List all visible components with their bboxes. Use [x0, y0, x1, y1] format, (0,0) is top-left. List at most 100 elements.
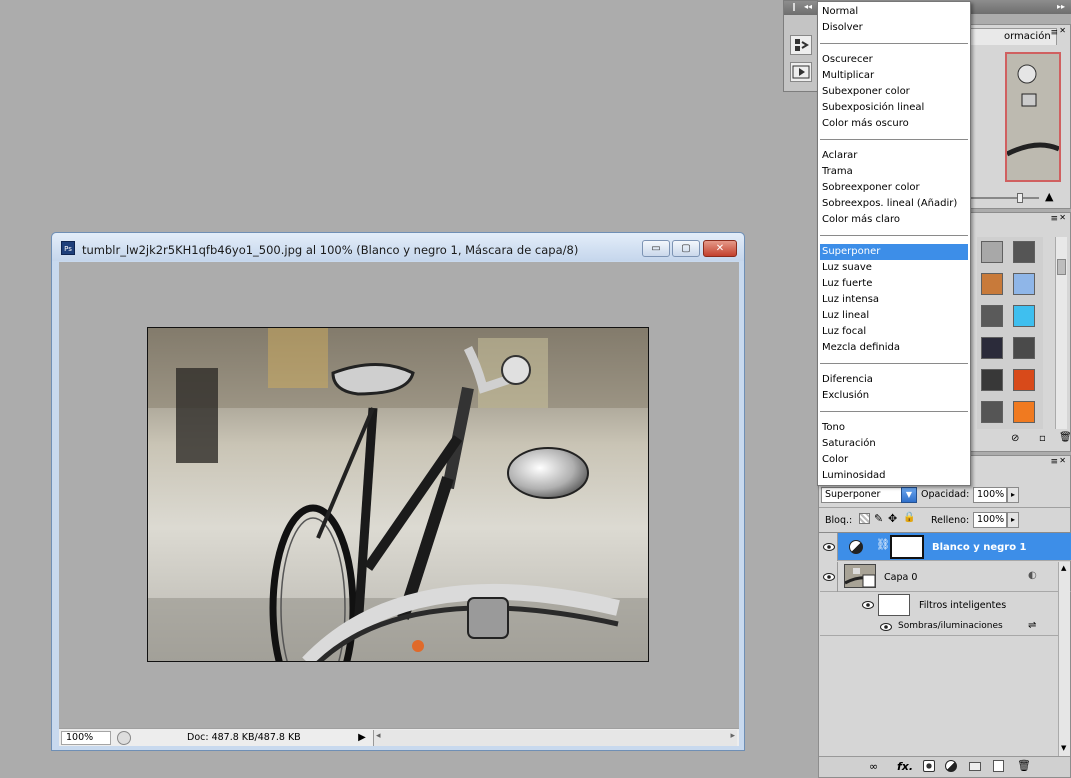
lock-transparency-icon[interactable] [859, 513, 870, 524]
style-swatch[interactable] [981, 241, 1003, 263]
blend-menu-item[interactable]: Trama [820, 164, 968, 180]
blend-menu-item[interactable]: Aclarar [820, 148, 968, 164]
blend-menu-item[interactable]: Luminosidad [820, 468, 968, 484]
blend-dropdown-arrow-icon[interactable]: ▼ [901, 487, 917, 503]
blend-menu-item[interactable]: Luz intensa [820, 292, 968, 308]
opacity-slider-arrow-icon[interactable]: ▸ [1007, 487, 1019, 503]
layer-thumbnail[interactable] [844, 564, 876, 588]
blend-menu-item[interactable]: Color [820, 452, 968, 468]
style-swatch[interactable] [981, 337, 1003, 359]
minimize-button[interactable]: ▭ [642, 240, 670, 257]
styles-scroll-thumb[interactable] [1057, 259, 1066, 275]
chain-link-icon[interactable]: ⛓ [876, 538, 890, 551]
new-layer-icon[interactable] [993, 760, 1004, 772]
panel-menu-icon[interactable]: ≡ [1050, 28, 1058, 38]
smart-object-icon[interactable]: ◐ [1028, 570, 1037, 581]
style-swatch[interactable] [1013, 305, 1035, 327]
fill-field[interactable]: 100% [973, 512, 1007, 528]
horizontal-scrollbar[interactable]: ◂ ▸ [373, 730, 737, 746]
blend-menu-item[interactable]: Mezcla definida [820, 340, 968, 356]
add-mask-icon[interactable] [923, 760, 935, 772]
status-menu-arrow-icon[interactable]: ▶ [355, 731, 369, 745]
blend-menu-item[interactable]: Sobreexpos. lineal (Añadir) [820, 196, 968, 212]
layers-menu-icon[interactable]: ≡ [1050, 457, 1058, 467]
scroll-left-icon[interactable]: ◂ [376, 731, 381, 741]
blend-menu-item[interactable]: Luz suave [820, 260, 968, 276]
blend-menu-item[interactable]: Multiplicar [820, 68, 968, 84]
blend-menu-item[interactable]: Disolver [820, 20, 968, 36]
delete-layer-trash-icon[interactable]: 🗑 [1017, 759, 1031, 772]
filter-options-icon[interactable]: ⇌ [1028, 620, 1036, 631]
actions-play-icon[interactable] [790, 62, 812, 82]
style-swatch[interactable] [981, 273, 1003, 295]
link-layers-icon[interactable]: ∞ [869, 760, 878, 773]
styles-close-icon[interactable]: ✕ [1059, 213, 1066, 222]
style-swatch[interactable] [1013, 401, 1035, 423]
style-swatch[interactable] [981, 401, 1003, 423]
new-group-folder-icon[interactable] [969, 762, 981, 771]
blend-menu-item[interactable]: Sobreexponer color [820, 180, 968, 196]
blend-menu-item[interactable]: Luz lineal [820, 308, 968, 324]
blend-mode-menu[interactable]: Normal Disolver Oscurecer Multiplicar Subexp… [817, 1, 971, 486]
blend-menu-item[interactable]: Tono [820, 420, 968, 436]
blend-menu-item[interactable]: Diferencia [820, 372, 968, 388]
new-adjustment-icon[interactable] [945, 760, 957, 772]
lock-move-icon[interactable]: ✥ [888, 512, 897, 525]
close-button[interactable]: ✕ [703, 240, 737, 257]
lock-all-icon[interactable]: 🔒 [903, 512, 915, 523]
styles-menu-icon[interactable]: ≡ [1050, 214, 1058, 224]
layer-name[interactable]: Capa 0 [884, 572, 917, 583]
fill-slider-arrow-icon[interactable]: ▸ [1007, 512, 1019, 528]
status-info-icon[interactable] [117, 731, 131, 745]
blend-menu-item[interactable]: Luz fuerte [820, 276, 968, 292]
zoom-level-field[interactable]: 100% [61, 731, 111, 745]
blend-menu-item[interactable]: Exclusión [820, 388, 968, 404]
layer-name[interactable]: Blanco y negro 1 [932, 542, 1027, 553]
blend-menu-item[interactable]: Subexposición lineal [820, 100, 968, 116]
layer-row-blanco-y-negro[interactable]: ⛓ Blanco y negro 1 [820, 533, 1071, 561]
zoom-slider-handle[interactable] [1017, 193, 1023, 203]
visibility-eye-icon[interactable] [823, 573, 835, 581]
dock-expand-icon[interactable]: ▸▸ [1057, 2, 1065, 11]
blend-menu-item[interactable]: Luz focal [820, 324, 968, 340]
collapse-arrows-icon[interactable]: ◂◂ [804, 2, 812, 11]
styles-trash-icon[interactable]: 🗑 [1059, 432, 1071, 443]
blend-menu-item[interactable]: Oscurecer [820, 52, 968, 68]
history-icon[interactable] [790, 35, 812, 55]
style-swatch[interactable] [1013, 369, 1035, 391]
visibility-eye-icon[interactable] [823, 543, 835, 551]
blend-menu-item[interactable]: Subexponer color [820, 84, 968, 100]
visibility-eye-icon[interactable] [862, 601, 874, 609]
style-swatch[interactable] [1013, 337, 1035, 359]
blend-menu-item[interactable]: Normal [820, 4, 968, 20]
scroll-up-icon[interactable]: ▲ [1061, 564, 1066, 572]
style-swatch[interactable] [1013, 241, 1035, 263]
blend-menu-item[interactable]: Saturación [820, 436, 968, 452]
layers-scrollbar[interactable]: ▲ ▼ [1058, 562, 1070, 774]
layer-row-capa-0[interactable]: Capa 0 ◐ [820, 562, 1071, 592]
fx-icon[interactable]: fx. [897, 760, 913, 773]
navigator-info-tab[interactable]: ormación [969, 28, 1057, 45]
new-style-icon[interactable]: ▫ [1039, 433, 1046, 444]
styles-scrollbar[interactable] [1055, 237, 1067, 429]
zoom-slider[interactable]: ▲ [969, 190, 1067, 203]
style-swatch[interactable] [981, 369, 1003, 391]
blend-mode-select[interactable]: Superponer [821, 487, 907, 503]
visibility-eye-icon[interactable] [880, 623, 892, 631]
lock-paint-icon[interactable]: ✎ [874, 512, 883, 525]
layer-mask-thumbnail[interactable] [890, 535, 924, 559]
panel-close-icon[interactable]: ✕ [1059, 26, 1066, 35]
navigator-thumbnail[interactable] [1005, 52, 1061, 182]
zoom-in-icon[interactable]: ▲ [1045, 190, 1053, 203]
bicycle-photo[interactable] [147, 327, 649, 662]
scroll-right-icon[interactable]: ▸ [730, 731, 735, 741]
scroll-down-icon[interactable]: ▼ [1061, 744, 1066, 752]
style-swatch[interactable] [981, 305, 1003, 327]
smart-filter-mask-thumbnail[interactable] [878, 594, 910, 616]
opacity-field[interactable]: 100% [973, 487, 1007, 503]
filter-row[interactable]: Sombras/iluminaciones ⇌ [820, 618, 1058, 636]
blend-menu-item[interactable]: Superponer [820, 244, 968, 260]
document-titlebar[interactable]: Ps tumblr_lw2jk2r5KH1qfb46yo1_500.jpg al… [52, 233, 744, 261]
smart-filters-row[interactable]: Filtros inteligentes [820, 592, 1058, 618]
blend-menu-item[interactable]: Color más claro [820, 212, 968, 228]
